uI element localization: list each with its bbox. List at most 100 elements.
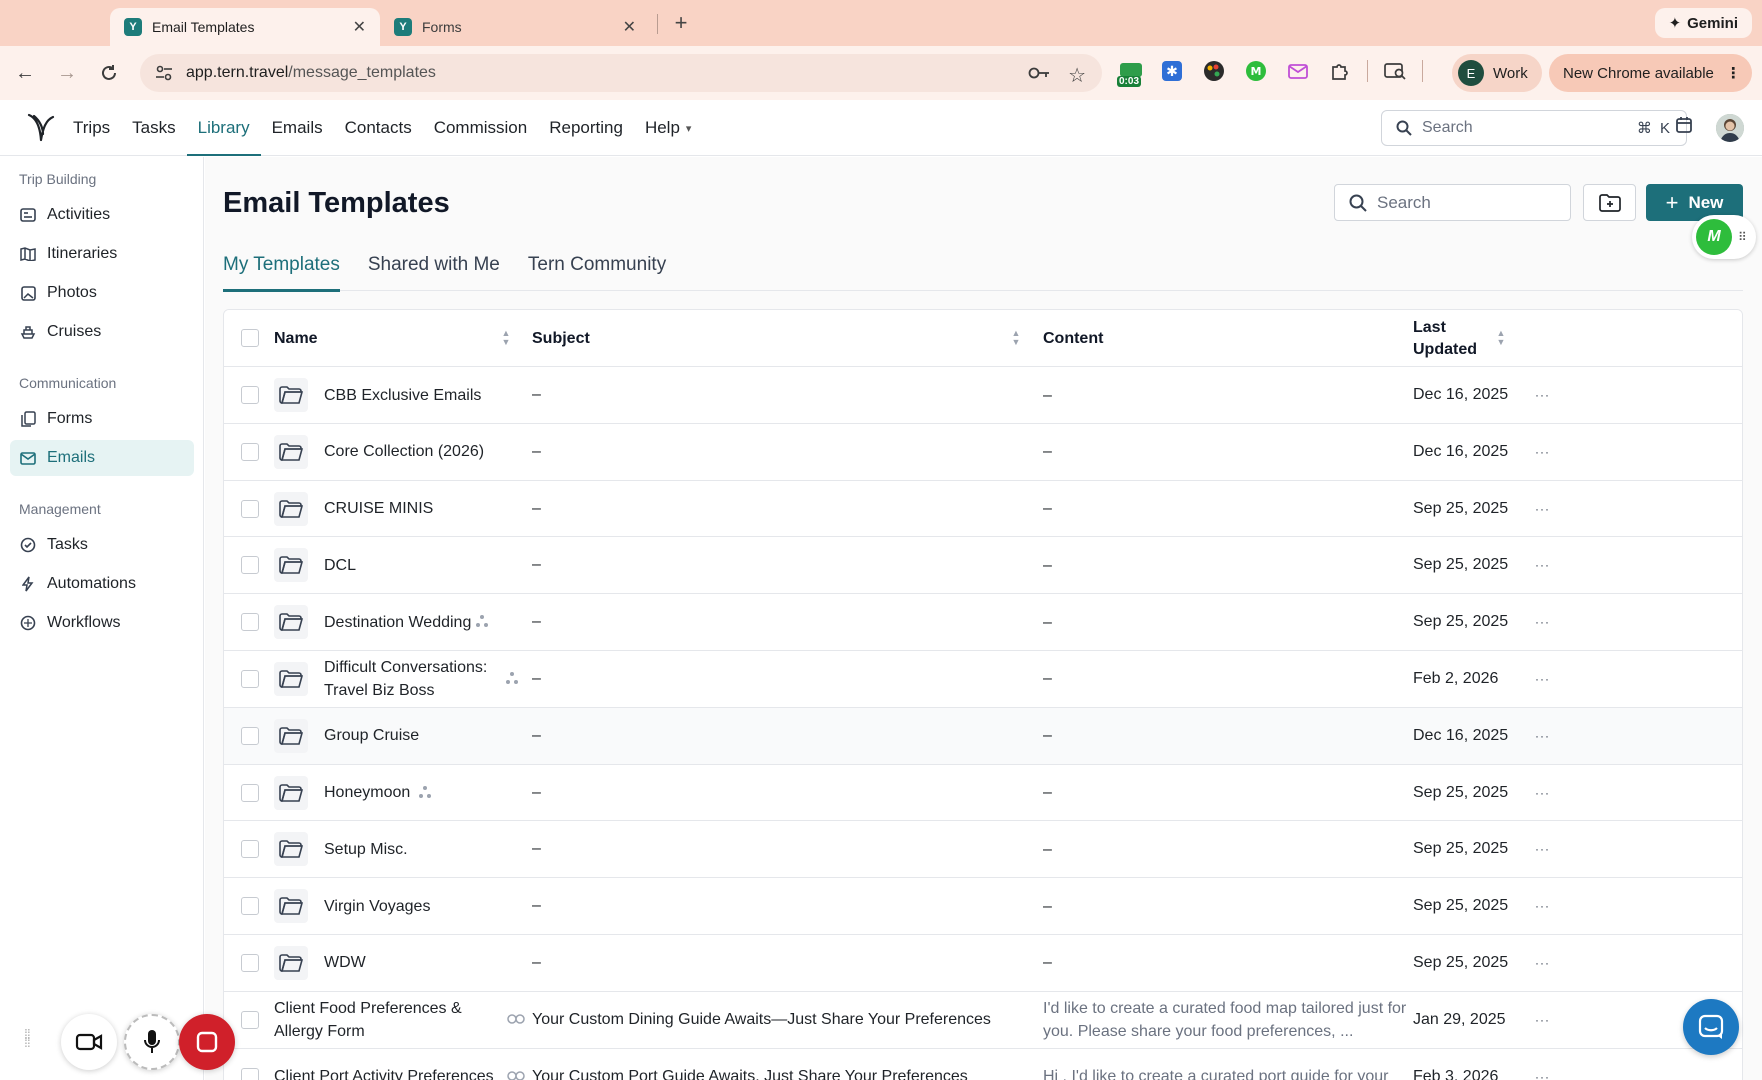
- column-header-last-updated[interactable]: Last Updated: [1413, 310, 1477, 367]
- sidebar-item-activities[interactable]: Activities: [10, 197, 194, 233]
- nav-emails[interactable]: Emails: [261, 100, 334, 156]
- table-row[interactable]: CBB Exclusive Emails – – Dec 16, 2025 ···: [224, 367, 1742, 424]
- sidebar-item-itineraries[interactable]: Itineraries: [10, 236, 194, 272]
- forward-icon[interactable]: →: [54, 60, 80, 86]
- row-name[interactable]: Core Collection (2026): [324, 424, 514, 480]
- nav-commission[interactable]: Commission: [423, 100, 539, 156]
- table-row[interactable]: CRUISE MINIS – – Sep 25, 2025 ···: [224, 480, 1742, 538]
- close-icon[interactable]: ✕: [623, 17, 636, 37]
- address-bar[interactable]: app.tern.travel/message_templates ☆: [140, 54, 1102, 92]
- snowflake-extension-icon[interactable]: ✱: [1157, 56, 1187, 86]
- nav-tasks[interactable]: Tasks: [121, 100, 186, 156]
- row-checkbox[interactable]: [241, 499, 259, 518]
- row-name[interactable]: Group Cruise: [324, 708, 514, 764]
- more-options-icon[interactable]: ···: [1535, 708, 1555, 764]
- more-options-icon[interactable]: ···: [1535, 1049, 1555, 1080]
- more-options-icon[interactable]: ···: [1535, 935, 1555, 991]
- sidebar-item-automations[interactable]: Automations: [10, 566, 194, 602]
- more-options-icon[interactable]: ···: [1535, 651, 1555, 707]
- row-name[interactable]: Setup Misc.: [324, 821, 514, 877]
- row-checkbox[interactable]: [241, 1067, 259, 1080]
- table-row[interactable]: DCL – – Sep 25, 2025 ···: [224, 537, 1742, 595]
- sidebar-item-cruises[interactable]: Cruises: [10, 314, 194, 350]
- global-search-input[interactable]: Search ⌘ K: [1381, 110, 1687, 146]
- row-checkbox[interactable]: [241, 726, 259, 745]
- gemini-button[interactable]: ✦ Gemini: [1654, 8, 1752, 38]
- new-tab-button[interactable]: +: [668, 10, 694, 36]
- chat-support-button[interactable]: [1683, 999, 1739, 1055]
- more-options-icon[interactable]: ···: [1535, 424, 1555, 480]
- row-checkbox[interactable]: [241, 556, 259, 575]
- table-row[interactable]: Setup Misc. – – Sep 25, 2025 ···: [224, 821, 1742, 879]
- more-vert-icon[interactable]: ⋮: [1726, 64, 1741, 82]
- bookmark-star-icon[interactable]: ☆: [1068, 63, 1086, 88]
- tab-my-templates[interactable]: My Templates: [223, 239, 340, 292]
- more-options-icon[interactable]: ···: [1535, 481, 1555, 537]
- browser-tab-email-templates[interactable]: Y Email Templates ✕: [110, 8, 380, 46]
- sidebar-item-forms[interactable]: Forms: [10, 401, 194, 437]
- template-search-input[interactable]: Search: [1334, 184, 1571, 221]
- tern-logo-icon[interactable]: [26, 112, 56, 144]
- sidebar-item-workflows[interactable]: Workflows: [10, 605, 194, 641]
- microphone-button[interactable]: [124, 1014, 180, 1070]
- more-options-icon[interactable]: ···: [1535, 367, 1555, 423]
- tab-tern-community[interactable]: Tern Community: [528, 239, 666, 291]
- select-all-checkbox[interactable]: [241, 329, 259, 347]
- table-row[interactable]: Group Cruise – – Dec 16, 2025 ···: [224, 707, 1742, 765]
- row-checkbox[interactable]: [241, 897, 259, 916]
- table-row[interactable]: Destination Wedding – – Sep 25, 2025 ···: [224, 594, 1742, 651]
- calendar-icon[interactable]: [1675, 116, 1693, 134]
- nav-help[interactable]: Help ▾: [634, 100, 703, 156]
- puzzle-extensions-icon[interactable]: [1325, 56, 1355, 86]
- row-name[interactable]: WDW: [324, 935, 514, 991]
- row-checkbox[interactable]: [241, 783, 259, 802]
- more-options-icon[interactable]: ···: [1535, 992, 1555, 1048]
- row-checkbox[interactable]: [241, 840, 259, 859]
- row-name[interactable]: CRUISE MINIS: [324, 481, 514, 537]
- row-checkbox[interactable]: [241, 1010, 259, 1029]
- row-checkbox[interactable]: [241, 442, 259, 461]
- sort-icon[interactable]: ▲ ▼: [1496, 329, 1506, 347]
- more-options-icon[interactable]: ···: [1535, 537, 1555, 593]
- nav-library[interactable]: Library: [186, 100, 261, 156]
- nav-trips[interactable]: Trips: [62, 100, 121, 156]
- more-options-icon[interactable]: ···: [1535, 821, 1555, 877]
- row-name[interactable]: CBB Exclusive Emails: [324, 367, 514, 423]
- more-options-icon[interactable]: ···: [1535, 765, 1555, 821]
- column-header-name[interactable]: Name: [274, 310, 318, 367]
- row-name[interactable]: Client Food Preferences & Allergy Form: [274, 992, 504, 1048]
- nav-contacts[interactable]: Contacts: [334, 100, 423, 156]
- mail-check-extension-icon[interactable]: [1283, 56, 1313, 86]
- browser-tab-forms[interactable]: Y Forms ✕: [380, 8, 650, 46]
- tab-search-icon[interactable]: [1380, 56, 1410, 86]
- row-name[interactable]: Virgin Voyages: [324, 878, 514, 934]
- link-icon[interactable]: [507, 1068, 525, 1080]
- stop-recording-button[interactable]: [179, 1014, 235, 1070]
- row-name[interactable]: Difficult Conversations: Travel Biz Boss: [324, 651, 514, 707]
- tab-shared-with-me[interactable]: Shared with Me: [368, 239, 500, 291]
- sidebar-item-tasks[interactable]: Tasks: [10, 527, 194, 563]
- camera-button[interactable]: [61, 1014, 117, 1070]
- drag-handle-icon[interactable]: ⁞⁞ ⁞⁞: [24, 1027, 31, 1049]
- row-checkbox[interactable]: [241, 386, 259, 404]
- user-avatar[interactable]: [1716, 114, 1744, 142]
- profile-chip[interactable]: E Work: [1452, 54, 1542, 92]
- row-checkbox[interactable]: [241, 669, 259, 688]
- chrome-update-button[interactable]: New Chrome available ⋮: [1549, 54, 1752, 92]
- timer-extension-icon[interactable]: 0:03: [1117, 59, 1145, 87]
- table-row[interactable]: Client Food Preferences & Allergy Form Yo…: [224, 991, 1742, 1049]
- back-icon[interactable]: ←: [12, 60, 38, 86]
- table-row[interactable]: Honeymoon – – Sep 25, 2025 ···: [224, 764, 1742, 822]
- m-extension-icon[interactable]: M: [1241, 56, 1271, 86]
- row-name[interactable]: DCL: [324, 537, 514, 593]
- table-row[interactable]: Difficult Conversations: Travel Biz Boss…: [224, 650, 1742, 708]
- row-checkbox[interactable]: [241, 613, 259, 632]
- nav-reporting[interactable]: Reporting: [538, 100, 634, 156]
- more-options-icon[interactable]: ···: [1535, 878, 1555, 934]
- more-options-icon[interactable]: ···: [1535, 594, 1555, 650]
- site-settings-icon[interactable]: [154, 65, 174, 81]
- sort-icon[interactable]: ▲ ▼: [1011, 329, 1021, 347]
- new-folder-button[interactable]: [1583, 184, 1636, 221]
- table-row[interactable]: Core Collection (2026) – – Dec 16, 2025 ···: [224, 423, 1742, 481]
- sidebar-item-photos[interactable]: Photos: [10, 275, 194, 311]
